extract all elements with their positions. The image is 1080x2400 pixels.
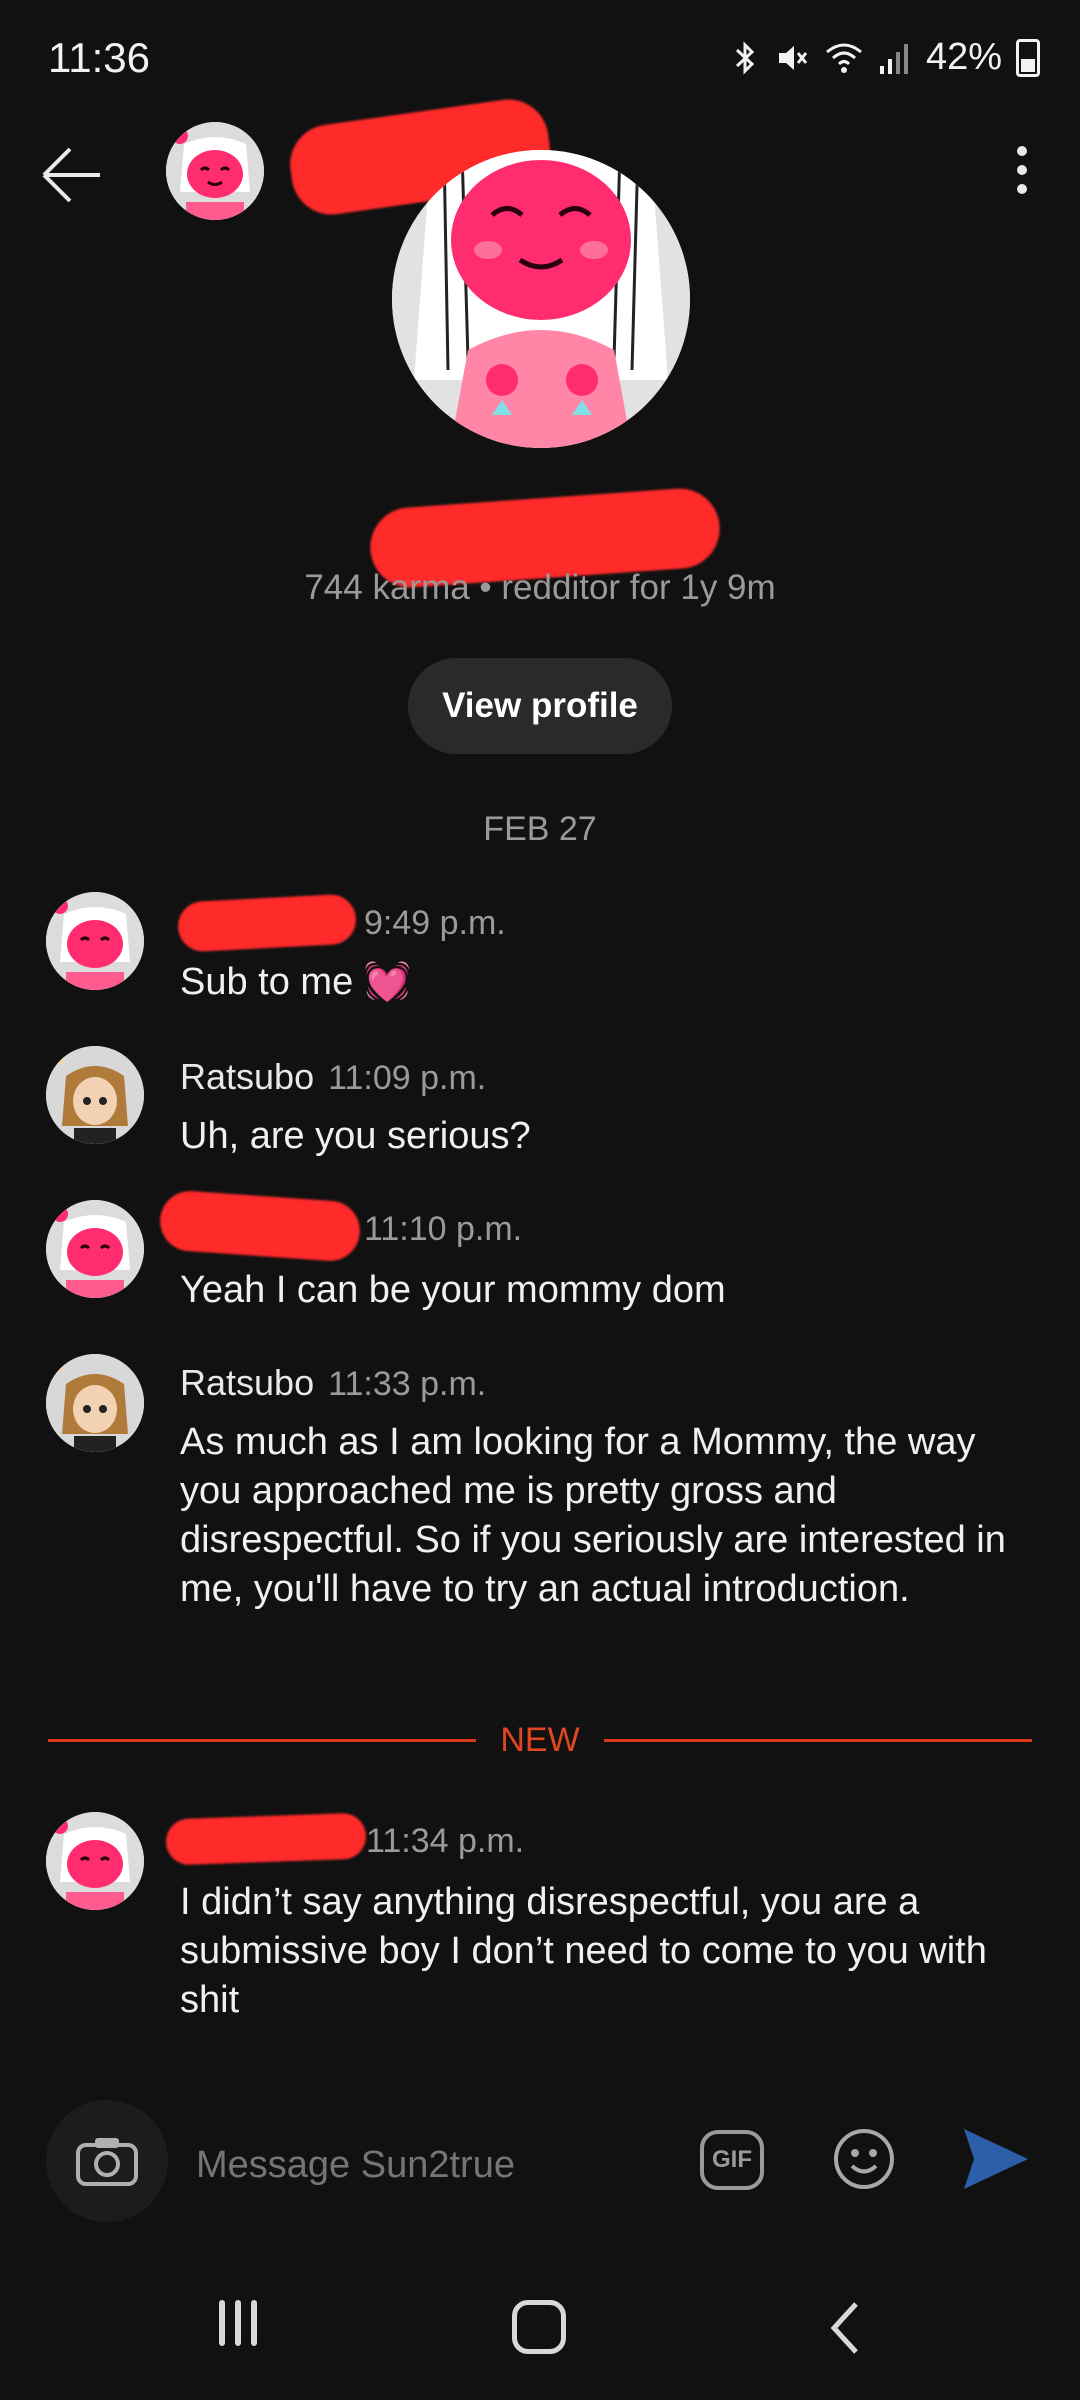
message-input[interactable]	[196, 2130, 676, 2200]
message-time: 11:33 p.m.	[328, 1365, 487, 1403]
message-meta: Ratsubo 11:33 p.m.	[180, 1362, 486, 1404]
redacted-author	[158, 1189, 362, 1263]
view-profile-button[interactable]: View profile	[408, 658, 672, 754]
new-messages-divider: NEW	[48, 1720, 1033, 1760]
nav-home-button[interactable]	[512, 2300, 566, 2354]
message-text: Uh, are you serious?	[180, 1115, 531, 1157]
message-time: 11:09 p.m.	[328, 1059, 487, 1097]
message-time: 11:10 p.m.	[364, 1210, 523, 1248]
battery-icon	[1016, 38, 1040, 77]
message-author[interactable]: Ratsubo	[180, 1362, 314, 1404]
camera-icon	[76, 2138, 138, 2186]
message-avatar-other[interactable]	[46, 1812, 144, 1910]
status-time: 11:36	[48, 34, 150, 81]
nav-recents-button[interactable]	[208, 2300, 268, 2356]
message-text: Sub to me 💓	[180, 961, 412, 1003]
avatar-image	[46, 1200, 144, 1298]
message-text: Yeah I can be your mommy dom	[180, 1269, 726, 1311]
bluetooth-icon	[735, 40, 755, 75]
redacted-author	[165, 1812, 367, 1866]
gif-button[interactable]: GIF	[700, 2130, 764, 2190]
message-meta: 11:10 p.m.	[364, 1210, 522, 1249]
message-text: As much as I am looking for a Mommy, the…	[180, 1421, 1006, 1610]
karma-line: 744 karma • redditor for 1y 9m	[304, 568, 776, 607]
signal-icon	[879, 43, 908, 74]
status-icons: 42%	[730, 36, 1040, 79]
date-separator: FEB 27	[483, 810, 597, 848]
divider-line	[603, 1738, 1033, 1742]
message-avatar-self[interactable]	[46, 1046, 144, 1144]
message-time: 9:49 p.m.	[364, 904, 506, 942]
send-icon[interactable]	[960, 2125, 1032, 2193]
arrow-left-icon[interactable]	[38, 140, 108, 210]
avatar-image	[46, 1812, 144, 1910]
new-label: NEW	[500, 1720, 580, 1759]
message-meta: 9:49 p.m.	[364, 904, 506, 943]
battery-percent: 42%	[925, 36, 1002, 78]
wifi-icon	[825, 43, 862, 73]
message-avatar-self[interactable]	[46, 1354, 144, 1452]
status-bar: 11:36 42%	[0, 0, 1080, 120]
message-time: 11:34 p.m.	[366, 1822, 525, 1860]
avatar-image	[166, 122, 264, 220]
avatar-image	[46, 892, 144, 990]
message-meta: 11:34 p.m.	[366, 1822, 524, 1861]
divider-line	[48, 1738, 477, 1742]
redacted-author	[176, 893, 358, 953]
header-avatar[interactable]	[166, 122, 264, 220]
kebab-icon[interactable]	[994, 142, 1050, 198]
emoji-icon[interactable]	[832, 2127, 896, 2191]
avatar-image	[46, 1046, 144, 1144]
mute-icon	[778, 45, 808, 70]
camera-button[interactable]	[46, 2100, 168, 2222]
message-meta: Ratsubo 11:09 p.m.	[180, 1056, 486, 1098]
profile-avatar[interactable]	[392, 150, 690, 448]
message-author[interactable]: Ratsubo	[180, 1056, 314, 1098]
message-avatar-other[interactable]	[46, 892, 144, 990]
message-avatar-other[interactable]	[46, 1200, 144, 1298]
avatar-image	[392, 150, 690, 448]
nav-back-icon[interactable]	[820, 2296, 870, 2360]
avatar-image	[46, 1354, 144, 1452]
message-text: I didn’t say anything disrespectful, you…	[180, 1881, 987, 2021]
